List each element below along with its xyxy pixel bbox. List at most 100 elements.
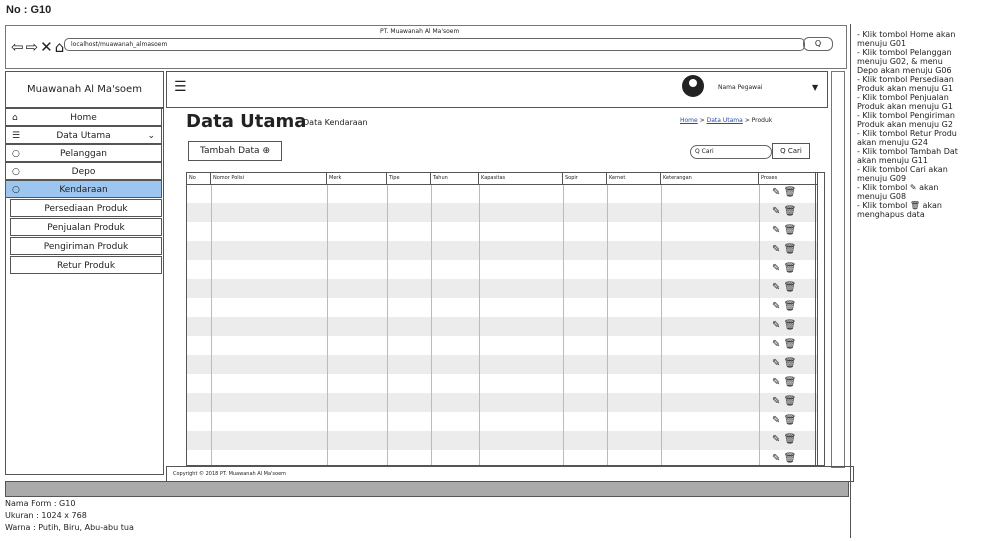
delete-icon[interactable]: 🗑 — [784, 396, 797, 407]
sidebar-item-pelanggan[interactable]: ○ Pelanggan — [5, 144, 162, 162]
note-line: menghapus data — [857, 210, 925, 219]
edit-icon[interactable]: ✎ — [772, 339, 784, 350]
delete-icon[interactable]: 🗑 — [784, 244, 797, 255]
table-scrollbar[interactable] — [815, 172, 825, 466]
user-avatar[interactable] — [682, 75, 704, 97]
forward-icon[interactable]: ⇨ — [26, 38, 41, 56]
page-subtitle: Data Kendaraan — [303, 118, 368, 127]
sidebar-item-depo[interactable]: ○ Depo — [5, 162, 162, 180]
sidebar-item-pengiriman[interactable]: Pengiriman Produk — [10, 237, 162, 255]
form-meta: Nama Form : G10 Ukuran : 1024 x 768 Warn… — [5, 499, 134, 532]
edit-icon[interactable]: ✎ — [772, 320, 784, 331]
edit-icon[interactable]: ✎ — [772, 377, 784, 388]
delete-icon[interactable]: 🗑 — [784, 339, 797, 350]
edit-icon[interactable]: ✎ — [772, 206, 784, 217]
edit-icon[interactable]: ✎ — [772, 453, 784, 464]
note-line: Produk akan menuju G1 — [857, 102, 953, 111]
breadcrumb-home[interactable]: Home — [680, 117, 698, 124]
menu-icon[interactable]: ☰ — [174, 79, 187, 95]
edit-icon[interactable]: ✎ — [772, 282, 784, 293]
row-actions: ✎ 🗑 — [772, 396, 796, 407]
note-line: Produk akan menuju G1 — [857, 84, 953, 93]
table-row: ✎ 🗑 — [187, 222, 817, 241]
circle-icon: ○ — [12, 167, 20, 177]
sidebar-item-penjualan[interactable]: Penjualan Produk — [10, 218, 162, 236]
note-line: menuju G09 — [857, 174, 907, 183]
edit-icon[interactable]: ✎ — [772, 396, 784, 407]
breadcrumb-data-utama[interactable]: Data Utama — [707, 117, 743, 124]
sidebar-item-data-utama[interactable]: ☰ Data Utama ⌄ — [5, 126, 162, 144]
delete-icon[interactable]: 🗑 — [784, 282, 797, 293]
plus-circle-icon: ⊕ — [262, 146, 270, 156]
edit-icon[interactable]: ✎ — [772, 244, 784, 255]
table-row: ✎ 🗑 — [187, 374, 817, 393]
address-bar[interactable]: localhost/muawanah_almasoem — [64, 38, 805, 51]
close-icon[interactable]: ✕ — [40, 38, 55, 56]
table-row: ✎ 🗑 — [187, 393, 817, 412]
note-line: akan menuju G11 — [857, 156, 928, 165]
edit-icon[interactable]: ✎ — [772, 187, 784, 198]
table-row: ✎ 🗑 — [187, 431, 817, 450]
search-button[interactable]: Q Cari — [772, 143, 810, 159]
browser-search-button[interactable]: Q — [803, 37, 833, 51]
page-title: Data Utama — [186, 111, 307, 132]
table-row: ✎ 🗑 — [187, 203, 817, 222]
delete-icon[interactable]: 🗑 — [784, 358, 797, 369]
row-actions: ✎ 🗑 — [772, 453, 796, 464]
status-bar — [5, 481, 849, 497]
column-divider — [431, 173, 432, 465]
col-kernet: Kernet — [607, 173, 661, 184]
col-nomor-polisi[interactable]: Nomor Polisi — [211, 173, 327, 184]
table-row: ✎ 🗑 — [187, 260, 817, 279]
page-scrollbar[interactable] — [831, 71, 845, 468]
add-data-button[interactable]: Tambah Data ⊕ — [188, 141, 282, 161]
delete-icon[interactable]: 🗑 — [784, 206, 797, 217]
notes-panel: - Klik tombol Home akan menuju G01- Klik… — [850, 24, 982, 538]
row-actions: ✎ 🗑 — [772, 339, 796, 350]
column-divider — [479, 173, 480, 465]
breadcrumb-current: Produk — [751, 117, 773, 124]
sidebar-item-home[interactable]: ⌂ Home — [5, 108, 162, 126]
delete-icon[interactable]: 🗑 — [784, 453, 797, 464]
delete-icon[interactable]: 🗑 — [784, 320, 797, 331]
user-name[interactable]: Nama Pegawai — [718, 84, 762, 91]
column-divider — [327, 173, 328, 465]
delete-icon[interactable]: 🗑 — [784, 225, 797, 236]
edit-icon[interactable]: ✎ — [772, 225, 784, 236]
note-line: - Klik tombol Tambah Dat — [857, 147, 958, 156]
column-divider — [607, 173, 608, 465]
delete-icon[interactable]: 🗑 — [784, 263, 797, 274]
footer: Copyright © 2018 PT. Muawanah Al Ma'soem — [166, 466, 854, 482]
table-header: No Nomor Polisi Merk Tipe Tahun Kapasita… — [187, 173, 817, 185]
col-tipe: Tipe — [387, 173, 431, 184]
delete-icon[interactable]: 🗑 — [784, 434, 797, 445]
circle-icon: ○ — [12, 149, 20, 159]
search-input[interactable]: Q Cari — [690, 145, 772, 159]
edit-icon[interactable]: ✎ — [772, 301, 784, 312]
sidebar-item-persediaan[interactable]: Persediaan Produk — [10, 199, 162, 217]
col-merk[interactable]: Merk — [327, 173, 387, 184]
chevron-down-icon[interactable]: ▼ — [812, 83, 818, 92]
edit-icon[interactable]: ✎ — [772, 415, 784, 426]
table-row: ✎ 🗑 — [187, 450, 817, 465]
table-row: ✎ 🗑 — [187, 241, 817, 260]
sidebar-item-kendaraan[interactable]: ○ Kendaraan — [5, 180, 162, 198]
table-row: ✎ 🗑 — [187, 355, 817, 374]
edit-icon[interactable]: ✎ — [772, 358, 784, 369]
edit-icon[interactable]: ✎ — [772, 434, 784, 445]
nav-controls[interactable]: ⇦⇨✕⌂ — [11, 38, 66, 56]
note-line: menuju G01 — [857, 39, 907, 48]
delete-icon[interactable]: 🗑 — [784, 415, 797, 426]
column-divider — [661, 173, 662, 465]
delete-icon[interactable]: 🗑 — [784, 301, 797, 312]
note-line: - Klik tombol Persediaan — [857, 75, 954, 84]
sidebar-item-retur[interactable]: Retur Produk — [10, 256, 162, 274]
table-row: ✎ 🗑 — [187, 412, 817, 431]
delete-icon[interactable]: 🗑 — [784, 377, 797, 388]
column-divider — [211, 173, 212, 465]
delete-icon[interactable]: 🗑 — [784, 187, 797, 198]
back-icon[interactable]: ⇦ — [11, 38, 26, 56]
note-line: - Klik tombol Cari akan — [857, 165, 948, 174]
row-actions: ✎ 🗑 — [772, 377, 796, 388]
edit-icon[interactable]: ✎ — [772, 263, 784, 274]
